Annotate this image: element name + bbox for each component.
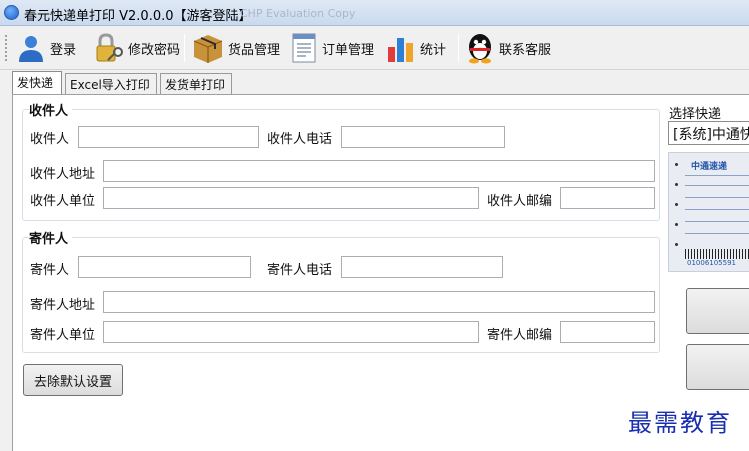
recipient-address-input[interactable]	[103, 160, 655, 182]
side-action-button-1[interactable]	[686, 288, 749, 334]
sender-company-input[interactable]	[103, 321, 479, 343]
key-lock-icon	[92, 32, 124, 64]
watermark-text: CHP Evaluation Copy	[240, 7, 356, 20]
tab-excel-import[interactable]: Excel导入打印	[65, 73, 157, 94]
window-title: 春元快递单打印 V2.0.0.0【游客登陆】	[24, 9, 252, 24]
recipient-group-title: 收件人	[29, 100, 73, 119]
side-action-button-2[interactable]	[686, 344, 749, 390]
package-icon	[192, 32, 224, 64]
qq-penguin-icon	[465, 32, 495, 64]
sender-address-input[interactable]	[103, 291, 655, 313]
toolbar-separator	[458, 34, 459, 62]
waybill-preview-header: 中通速递	[691, 162, 728, 172]
user-icon	[16, 33, 46, 63]
goods-management-button[interactable]: 货品管理	[192, 30, 280, 66]
recipient-phone-input[interactable]	[341, 126, 505, 148]
toolbar-grip[interactable]	[4, 34, 8, 62]
recipient-zip-input[interactable]	[560, 187, 655, 209]
sender-group-title: 寄件人	[29, 228, 73, 247]
recipient-name-label: 收件人	[30, 132, 70, 147]
app-icon	[4, 5, 19, 20]
toolbar-separator	[184, 34, 185, 62]
sender-zip-input[interactable]	[560, 321, 655, 343]
title-bar: 春元快递单打印 V2.0.0.0【游客登陆】 CHP Evaluation Co…	[0, 0, 749, 26]
courier-select-label: 选择快递	[669, 107, 722, 122]
sender-address-label: 寄件人地址	[30, 298, 96, 313]
recipient-address-label: 收件人地址	[30, 167, 96, 182]
recipient-zip-label: 收件人邮编	[487, 194, 553, 209]
change-password-button[interactable]: 修改密码	[92, 30, 180, 66]
sender-zip-label: 寄件人邮编	[487, 328, 553, 343]
bar-chart-icon	[386, 33, 416, 63]
sender-phone-label: 寄件人电话	[267, 263, 333, 278]
sender-company-label: 寄件人单位	[30, 328, 96, 343]
recipient-name-input[interactable]	[78, 126, 259, 148]
order-management-button[interactable]: 订单管理	[290, 30, 374, 66]
waybill-preview-number: 01006105591	[687, 259, 736, 267]
waybill-preview-image: 中通速递 01006105591	[668, 152, 749, 272]
tab-send-express[interactable]: 发快递	[12, 71, 62, 94]
barcode-image	[685, 249, 749, 259]
order-document-icon	[290, 32, 318, 64]
clear-defaults-button[interactable]: 去除默认设置	[23, 364, 123, 396]
statistics-button[interactable]: 统计	[386, 30, 446, 66]
sender-phone-input[interactable]	[341, 256, 503, 278]
contact-support-button[interactable]: 联系客服	[465, 30, 551, 66]
recipient-company-input[interactable]	[103, 187, 479, 209]
recipient-phone-label: 收件人电话	[267, 132, 333, 147]
toolbar: 登录 修改密码 货品管理 订单管理 统计 联系客服	[0, 26, 749, 70]
brand-watermark: 最需教育	[628, 409, 732, 437]
sender-name-label: 寄件人	[30, 263, 70, 278]
recipient-company-label: 收件人单位	[30, 194, 96, 209]
courier-select[interactable]: [系统]中通快递	[668, 121, 749, 145]
login-button[interactable]: 登录	[16, 30, 76, 66]
sender-name-input[interactable]	[78, 256, 251, 278]
tab-delivery-note[interactable]: 发货单打印	[160, 73, 232, 94]
